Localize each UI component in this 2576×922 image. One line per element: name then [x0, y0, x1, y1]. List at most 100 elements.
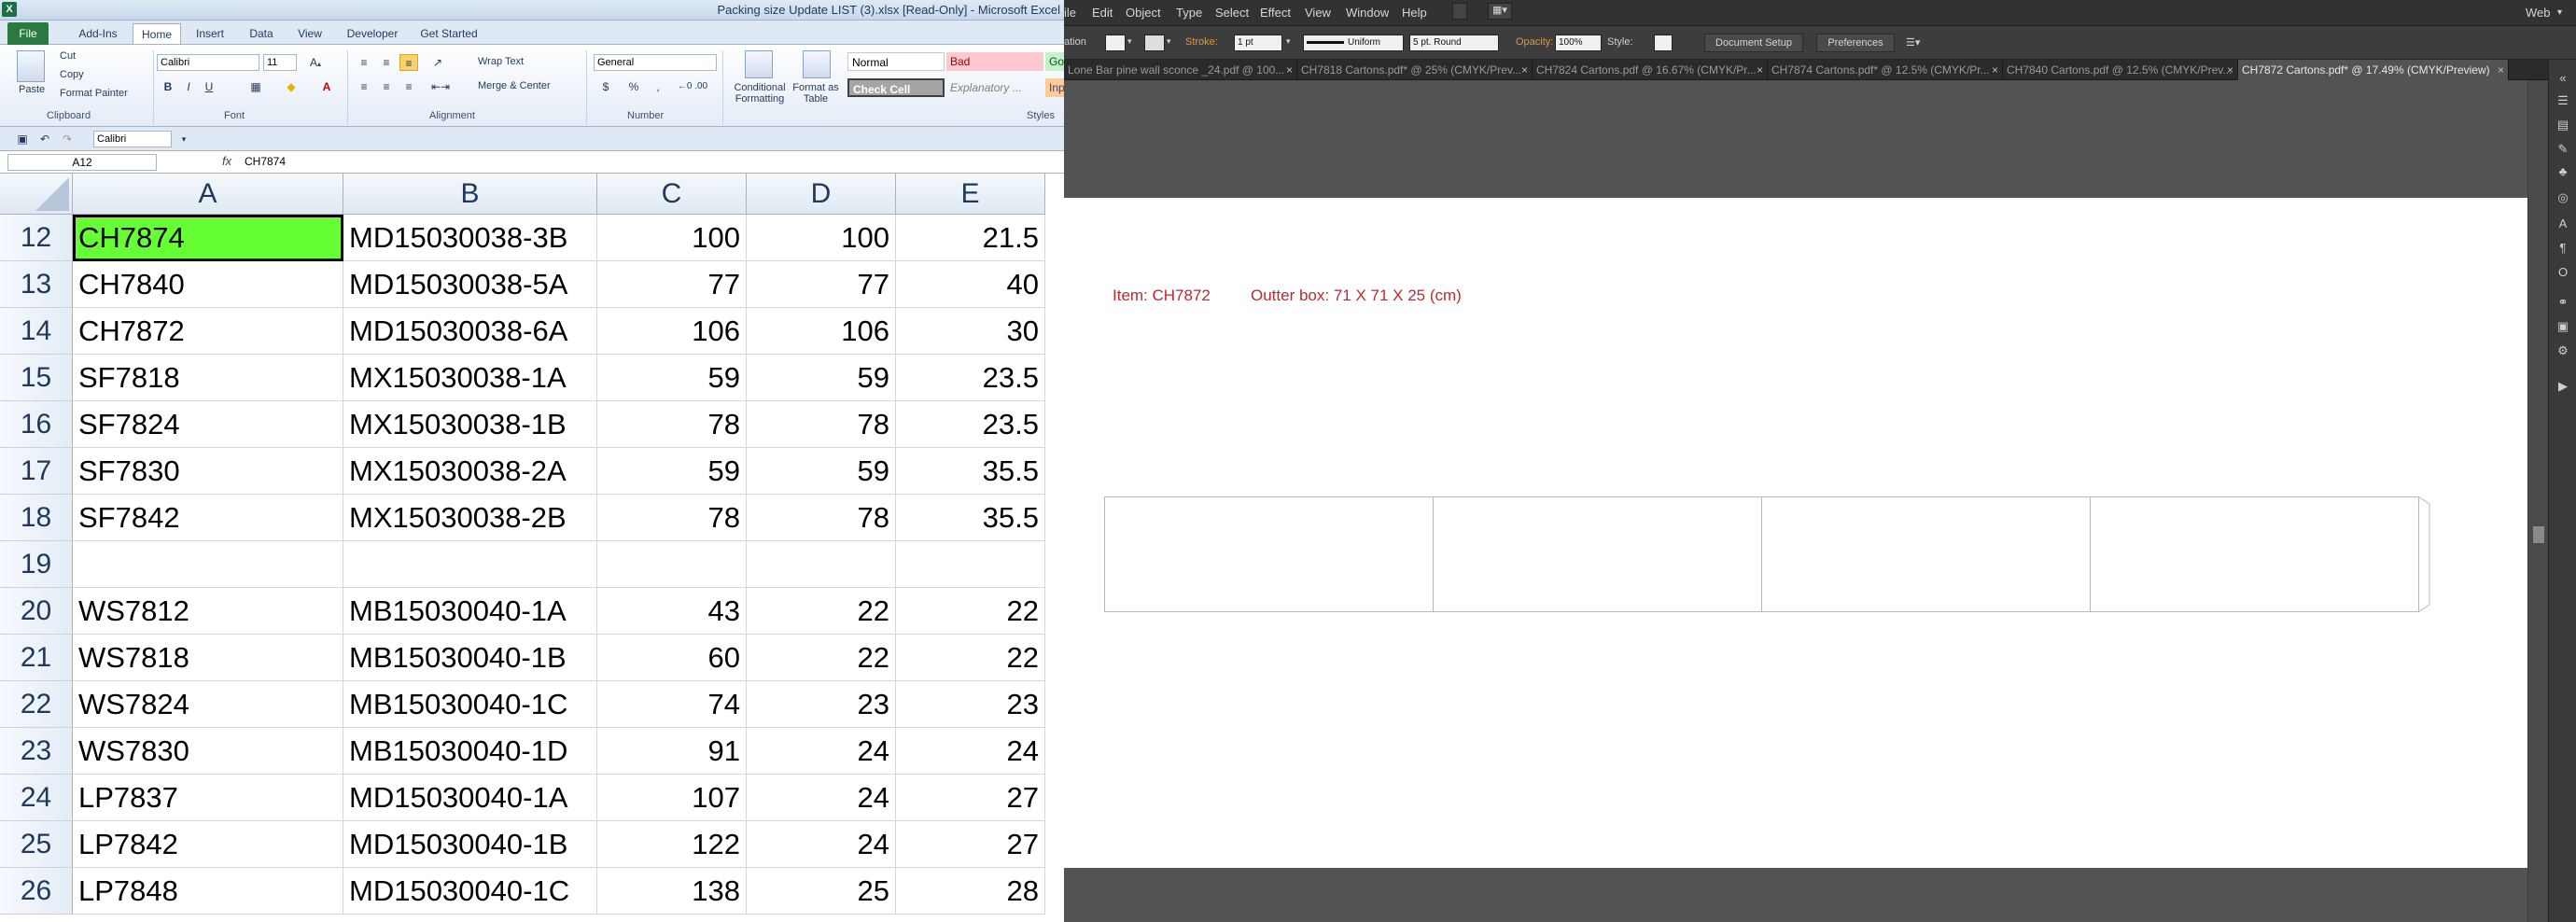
- vertical-scrollbar[interactable]: [2527, 80, 2548, 922]
- cell-d[interactable]: 22: [747, 635, 896, 681]
- graphic-style-swatch[interactable]: [1654, 35, 1673, 51]
- row-header[interactable]: 26: [0, 868, 73, 915]
- grow-font-icon[interactable]: A▴: [302, 54, 329, 71]
- style-good[interactable]: Go: [1045, 52, 1064, 71]
- format-as-table-button[interactable]: Format as Table: [791, 82, 840, 105]
- row-header[interactable]: 17: [0, 448, 73, 495]
- row-header[interactable]: 13: [0, 261, 73, 308]
- cell-e[interactable]: 35.5: [896, 495, 1045, 541]
- underline-button[interactable]: U: [202, 78, 217, 95]
- decimal-icons[interactable]: ←0 .00: [674, 78, 711, 95]
- actions-panel-icon[interactable]: ▶: [2555, 379, 2570, 394]
- carton-dieline[interactable]: [1104, 496, 2439, 612]
- row-header[interactable]: 16: [0, 401, 73, 448]
- fill-swatch[interactable]: [1105, 35, 1126, 51]
- cell-b[interactable]: [343, 541, 597, 588]
- cell-a[interactable]: CH7872: [73, 308, 343, 355]
- arrange-documents-icon[interactable]: ▦▾: [1488, 3, 1512, 20]
- menu-view[interactable]: View: [1305, 6, 1331, 20]
- cell-d[interactable]: 59: [747, 448, 896, 495]
- cell-d[interactable]: [747, 541, 896, 588]
- cell-a[interactable]: WS7824: [73, 681, 343, 728]
- doc-tab-2[interactable]: CH7824 Cartons.pdf @ 16.67% (CMYK/Pr... ×: [1533, 60, 1768, 80]
- menu-edit[interactable]: Edit: [1092, 6, 1113, 20]
- cell-d[interactable]: 25: [747, 868, 896, 915]
- conditional-formatting-icon[interactable]: [745, 50, 773, 78]
- scrollbar-thumb[interactable]: [2533, 526, 2544, 543]
- fx-icon[interactable]: fx: [222, 154, 231, 168]
- brushes-panel-icon[interactable]: ✎: [2555, 142, 2570, 157]
- cell-b[interactable]: MD15030038-6A: [343, 308, 597, 355]
- row-header[interactable]: 21: [0, 635, 73, 681]
- row-header[interactable]: 22: [0, 681, 73, 728]
- artboard[interactable]: Item: CH7872 Outter box: 71 X 71 X 25 (c…: [1064, 198, 2527, 868]
- cell-b[interactable]: MX15030038-1A: [343, 355, 597, 401]
- cell-d[interactable]: 24: [747, 821, 896, 868]
- collapse-panels-icon[interactable]: «: [2555, 71, 2570, 86]
- cell-e[interactable]: [896, 541, 1045, 588]
- cell-a[interactable]: SF7830: [73, 448, 343, 495]
- swatches-panel-icon[interactable]: ▤: [2555, 118, 2570, 133]
- stroke-weight-input[interactable]: 1 pt: [1234, 35, 1282, 51]
- wrap-text-button[interactable]: Wrap Text: [478, 56, 524, 67]
- symbols-panel-icon[interactable]: ♣: [2555, 164, 2570, 179]
- cell-e[interactable]: 30: [896, 308, 1045, 355]
- font-size-select[interactable]: 11: [263, 54, 297, 71]
- menu-type[interactable]: Type: [1176, 6, 1202, 20]
- variable-width-profile[interactable]: Uniform: [1303, 35, 1404, 51]
- links-panel-icon[interactable]: ⚭: [2555, 295, 2570, 310]
- qat-font-select[interactable]: Calibri: [93, 131, 172, 147]
- stroke-label[interactable]: Stroke:: [1185, 36, 1218, 48]
- cell-e[interactable]: 23.5: [896, 401, 1045, 448]
- tab-file[interactable]: File: [7, 22, 49, 45]
- cell-c[interactable]: 122: [597, 821, 747, 868]
- preferences-button[interactable]: Preferences: [1816, 34, 1895, 52]
- cell-e[interactable]: 40: [896, 261, 1045, 308]
- save-icon[interactable]: ▣: [15, 131, 30, 147]
- formula-input[interactable]: CH7874: [245, 155, 286, 168]
- style-bad[interactable]: Bad: [946, 52, 1043, 71]
- bold-button[interactable]: B: [161, 78, 175, 95]
- opacity-input[interactable]: 100%: [1555, 35, 1602, 51]
- paste-icon[interactable]: [17, 50, 45, 82]
- cell-d[interactable]: 24: [747, 775, 896, 821]
- cell-a[interactable]: WS7818: [73, 635, 343, 681]
- cell-d[interactable]: 23: [747, 681, 896, 728]
- cell-d[interactable]: 24: [747, 728, 896, 775]
- align-bottom-icon[interactable]: ≡: [399, 54, 418, 71]
- arrange-icon[interactable]: ☰▾: [1906, 36, 1920, 49]
- cell-c[interactable]: 138: [597, 868, 747, 915]
- comma-button[interactable]: ,: [650, 78, 666, 95]
- cell-d[interactable]: 78: [747, 495, 896, 541]
- cell-e[interactable]: 23.5: [896, 355, 1045, 401]
- cell-e[interactable]: 23: [896, 681, 1045, 728]
- cell-e[interactable]: 27: [896, 821, 1045, 868]
- doc-tab-4[interactable]: CH7840 Cartons.pdf @ 12.5% (CMYK/Prev...…: [2003, 60, 2238, 80]
- close-tab-icon[interactable]: ×: [1757, 60, 1763, 80]
- column-header-c[interactable]: C: [597, 174, 747, 215]
- cell-b[interactable]: MD15030040-1A: [343, 775, 597, 821]
- column-header-b[interactable]: B: [343, 174, 597, 215]
- dieline-panel-2[interactable]: [1433, 496, 1762, 612]
- cell-a[interactable]: [73, 541, 343, 588]
- cell-e[interactable]: 22: [896, 588, 1045, 635]
- cell-a[interactable]: WS7812: [73, 588, 343, 635]
- menu-select[interactable]: Select: [1215, 6, 1249, 20]
- dieline-glue-flap[interactable]: [2418, 496, 2430, 612]
- orientation-icon[interactable]: ↗: [426, 54, 450, 71]
- column-header-d[interactable]: D: [747, 174, 896, 215]
- cell-e[interactable]: 21.5: [896, 215, 1045, 261]
- indent-icons[interactable]: ⇤⇥: [424, 78, 457, 95]
- tab-insert[interactable]: Insert: [185, 23, 235, 44]
- percent-button[interactable]: %: [625, 78, 642, 95]
- menu-window[interactable]: Window: [1346, 6, 1389, 20]
- doc-tab-3[interactable]: CH7874 Cartons.pdf* @ 12.5% (CMYK/Pr... ×: [1768, 60, 2003, 80]
- document-setup-button[interactable]: Document Setup: [1704, 34, 1803, 52]
- brush-definition[interactable]: 5 pt. Round: [1409, 35, 1499, 51]
- cell-d[interactable]: 77: [747, 261, 896, 308]
- stroke-weight-dropdown-icon[interactable]: ▾: [1286, 36, 1291, 47]
- cut-button[interactable]: Cut: [60, 50, 76, 62]
- style-explanatory[interactable]: Explanatory ...: [946, 78, 1043, 97]
- row-header[interactable]: 12: [0, 215, 73, 261]
- cell-c[interactable]: 74: [597, 681, 747, 728]
